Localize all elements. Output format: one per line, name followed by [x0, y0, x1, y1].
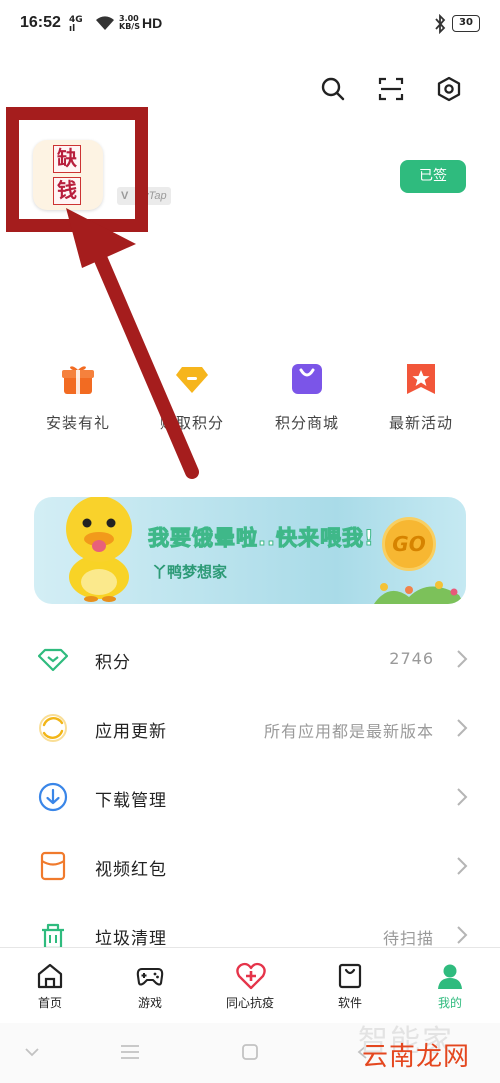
menu-row-label: 下载管理	[95, 791, 167, 811]
download-icon	[38, 782, 68, 812]
banner-subtitle: 丫鸭梦想家	[152, 563, 228, 581]
tab-label: 游戏	[137, 996, 162, 1010]
flowers-decoration-icon	[374, 581, 464, 604]
chevron-right-icon	[455, 856, 469, 876]
tab-label: 同心抗疫	[225, 996, 274, 1010]
tab-label-active: 我的	[437, 996, 462, 1010]
menu-row-points[interactable]: 积分 2746	[0, 634, 500, 684]
watermark-text: 云南龙网	[362, 1042, 471, 1072]
menu-row-label: 垃圾清理	[95, 929, 167, 949]
duck-mascot-icon	[66, 497, 132, 602]
menu-row-value: 2746	[389, 649, 434, 668]
menu-row-label: 积分	[95, 653, 131, 673]
bottom-tab-bar: 首页 游戏 同心抗疫 软件 我的	[0, 947, 500, 1023]
menu-row-value: 所有应用都是最新版本	[263, 722, 434, 741]
chevron-right-icon	[455, 787, 469, 807]
home-icon	[36, 962, 64, 990]
chevron-down-icon[interactable]	[24, 1047, 40, 1057]
menu-row-label: 应用更新	[95, 722, 167, 742]
tab-games[interactable]: 游戏	[100, 962, 200, 1011]
tab-home[interactable]: 首页	[0, 962, 100, 1011]
menu-icon[interactable]	[120, 1044, 140, 1060]
tab-label: 首页	[37, 996, 62, 1010]
tab-label: 软件	[337, 996, 362, 1010]
home-square-icon[interactable]	[242, 1044, 258, 1060]
chevron-right-icon	[455, 649, 469, 669]
profile-icon	[436, 962, 464, 990]
refresh-icon	[38, 713, 68, 743]
chevron-right-icon	[455, 718, 469, 738]
red-envelope-icon	[38, 851, 68, 881]
software-bag-icon	[336, 962, 364, 990]
menu-row-label: 视频红包	[95, 860, 167, 880]
tab-software[interactable]: 软件	[300, 962, 400, 1011]
menu-row-download-manager[interactable]: 下载管理	[0, 772, 500, 822]
tab-mine[interactable]: 我的	[400, 962, 500, 1011]
menu-row-app-updates[interactable]: 应用更新 所有应用都是最新版本	[0, 703, 500, 753]
promo-banner[interactable]: 我要饿晕啦..快来喂我! 丫鸭梦想家 GO	[34, 497, 466, 604]
heart-plus-icon	[236, 962, 266, 990]
trash-icon	[38, 920, 68, 950]
gamepad-icon	[136, 962, 164, 990]
banner-title: 我要饿晕啦..快来喂我!	[148, 526, 375, 551]
tab-fight-epidemic[interactable]: 同心抗疫	[200, 962, 300, 1011]
points-diamond-icon	[37, 644, 69, 674]
annotation-arrow-icon	[66, 208, 199, 479]
chevron-right-icon	[455, 925, 469, 945]
menu-row-value: 待扫描	[382, 929, 434, 948]
menu-row-video-red-envelope[interactable]: 视频红包	[0, 841, 500, 891]
